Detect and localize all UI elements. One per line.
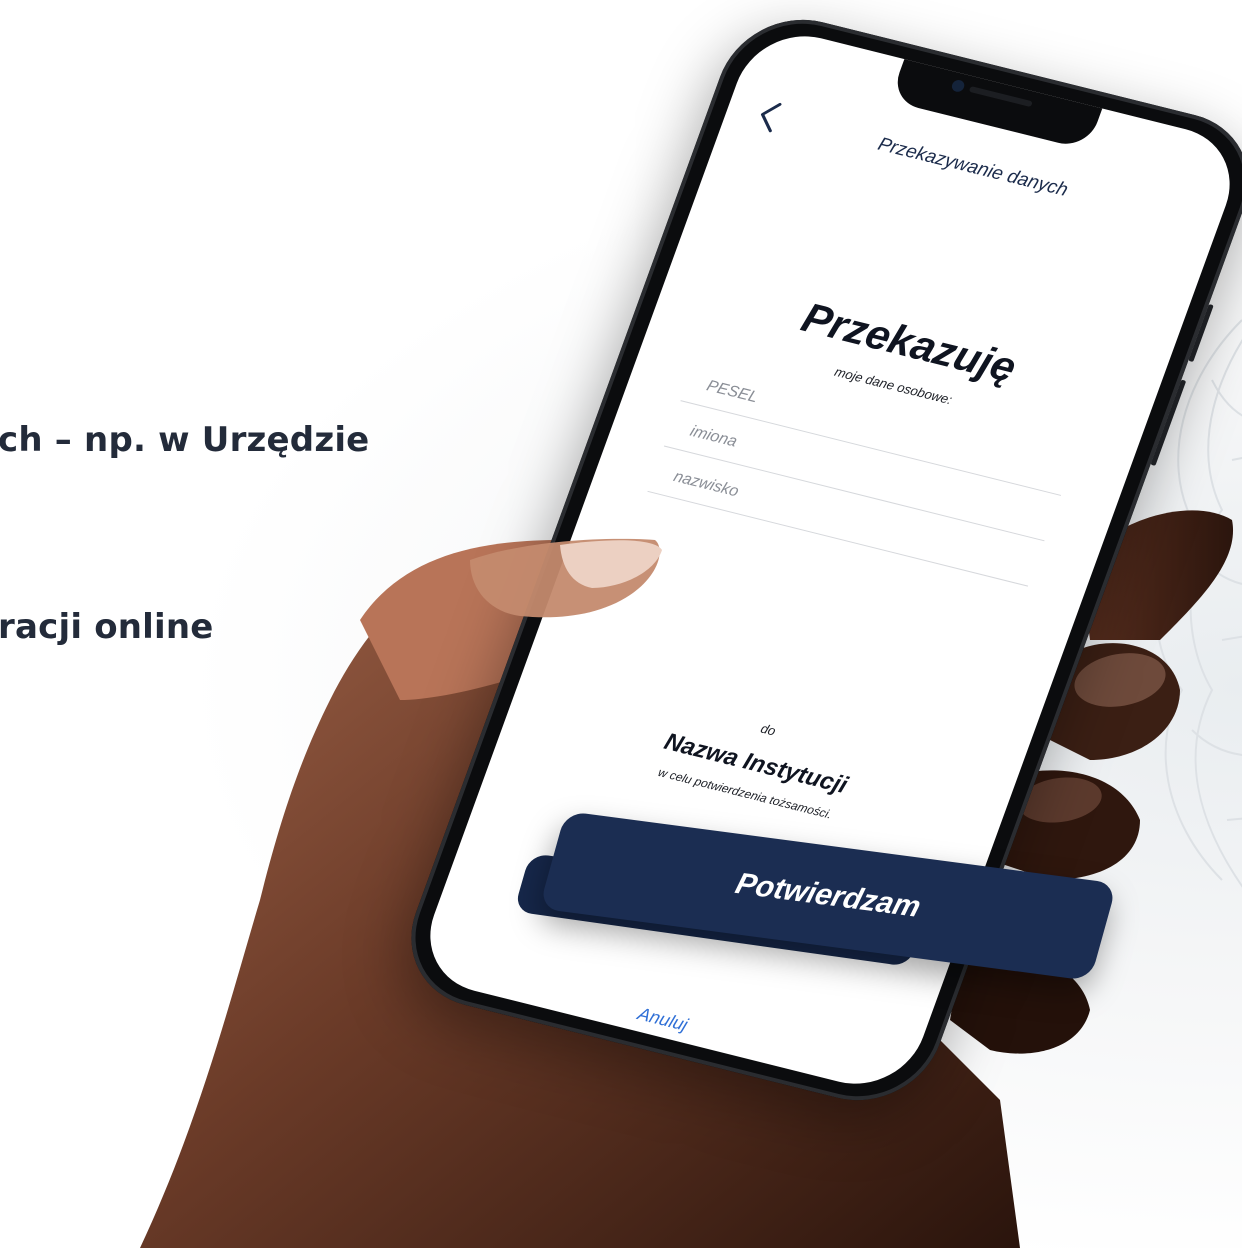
surname-placeholder: nazwisko [671, 468, 741, 501]
names-placeholder: imiona [687, 422, 740, 451]
camera-icon [950, 78, 966, 94]
pesel-placeholder: PESEL [704, 377, 761, 407]
speaker-grille [968, 85, 1033, 108]
confirm-button-label: Potwierdzam [731, 867, 925, 924]
